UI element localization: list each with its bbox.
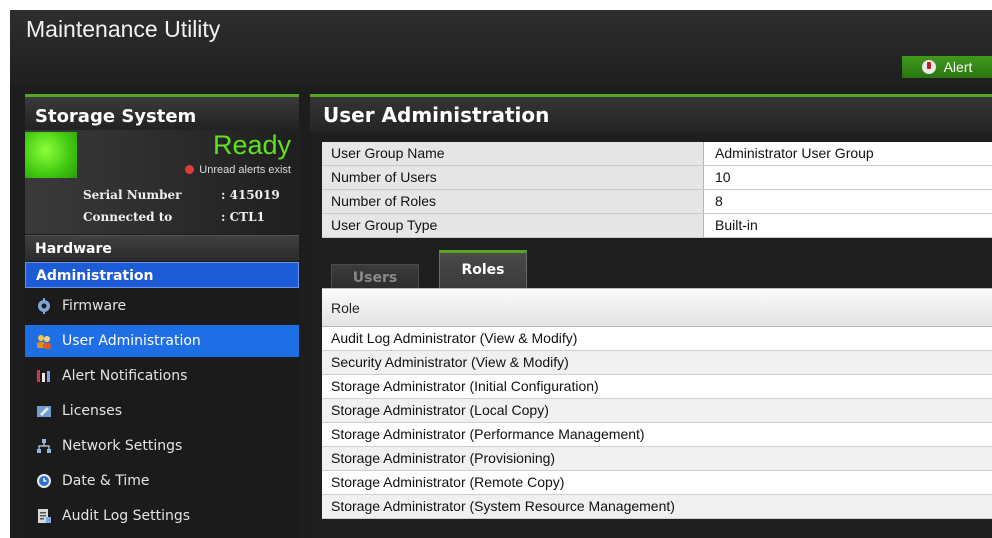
info-row: User Group Type Built-in	[322, 214, 992, 238]
info-row: User Group Name Administrator User Group	[322, 142, 992, 166]
tab-bar: Users Roles	[322, 248, 992, 288]
sidebar-item-label: Licenses	[62, 403, 123, 419]
info-key: Number of Users	[322, 166, 704, 189]
table-row[interactable]: Storage Administrator (Performance Manag…	[322, 423, 992, 447]
sidebar-item-firmware[interactable]: Firmware	[25, 290, 299, 322]
administration-label: Administration	[36, 268, 154, 284]
audit-log-icon	[38, 509, 51, 523]
sidebar-item-user-administration[interactable]: User Administration	[25, 325, 299, 357]
user-group-info-table: User Group Name Administrator User Group…	[322, 142, 992, 238]
info-key: User Group Name	[322, 142, 704, 165]
connected-to-label: Connected to	[83, 210, 173, 224]
table-row[interactable]: Storage Administrator (Local Copy)	[322, 399, 992, 423]
info-value: 8	[704, 190, 992, 213]
info-key: User Group Type	[322, 214, 704, 237]
sidebar-header: Storage System	[25, 94, 299, 130]
alert-notifications-icon	[37, 370, 50, 382]
sidebar-section-hardware[interactable]: Hardware	[25, 235, 299, 261]
sidebar-item-label: Firmware	[62, 298, 127, 314]
unread-alerts-note: Unread alerts exist	[185, 164, 291, 176]
alert-dot-icon	[185, 165, 195, 174]
serial-number-label: Serial Number	[83, 188, 182, 202]
sidebar-item-audit-log-settings[interactable]: Audit Log Settings	[25, 500, 299, 532]
table-row[interactable]: Storage Administrator (Initial Configura…	[322, 375, 992, 399]
unread-alerts-text: Unread alerts exist	[199, 164, 291, 176]
hardware-label: Hardware	[35, 241, 112, 257]
license-icon	[37, 406, 51, 417]
sidebar: Storage System Ready Unread alerts exist…	[25, 94, 299, 538]
sidebar-item-label: User Administration	[62, 333, 201, 349]
table-row[interactable]: Security Administrator (View & Modify)	[322, 351, 992, 375]
sidebar-item-label: Network Settings	[62, 438, 183, 454]
network-icon	[37, 439, 51, 453]
info-value: Built-in	[704, 214, 992, 237]
info-value: Administrator User Group	[704, 142, 992, 165]
info-row: Number of Users 10	[322, 166, 992, 190]
status-indicator-icon	[25, 132, 77, 178]
sidebar-title: Storage System	[35, 106, 197, 127]
sidebar-item-network-settings[interactable]: Network Settings	[25, 430, 299, 462]
column-header-role[interactable]: Role	[322, 288, 992, 327]
sidebar-item-alert-notifications[interactable]: Alert Notifications	[25, 360, 299, 392]
sidebar-item-label: Alert Notifications	[62, 368, 188, 384]
app-title: Maintenance Utility	[26, 16, 221, 42]
sidebar-item-licenses[interactable]: Licenses	[25, 395, 299, 427]
firmware-icon	[38, 298, 50, 314]
tab-roles[interactable]: Roles	[439, 250, 527, 288]
connected-to-value: : CTL1	[221, 210, 265, 224]
table-row[interactable]: Storage Administrator (System Resource M…	[322, 495, 992, 519]
page-title: User Administration	[323, 103, 550, 127]
tab-users[interactable]: Users	[331, 264, 419, 288]
alert-button[interactable]: Alert	[902, 56, 992, 78]
serial-number-value: : 415019	[221, 188, 280, 202]
system-status-panel: Ready Unread alerts exist Serial Number …	[25, 130, 299, 234]
roles-table: Role Audit Log Administrator (View & Mod…	[322, 288, 992, 519]
sidebar-item-label: Audit Log Settings	[62, 508, 191, 524]
alert-label: Alert	[943, 59, 973, 75]
app-window: Maintenance Utility Alert Storage System…	[10, 10, 992, 538]
alert-icon	[921, 60, 936, 74]
clock-icon	[37, 474, 51, 488]
table-row[interactable]: Audit Log Administrator (View & Modify)	[322, 327, 992, 351]
info-value: 10	[704, 166, 992, 189]
sidebar-item-label: Date & Time	[62, 473, 150, 489]
status-text: Ready	[212, 130, 291, 160]
main-header: User Administration	[310, 94, 992, 132]
info-key: Number of Roles	[322, 190, 704, 213]
table-row[interactable]: Storage Administrator (Remote Copy)	[322, 471, 992, 495]
sidebar-section-administration[interactable]: Administration	[25, 262, 299, 288]
table-row[interactable]: Storage Administrator (Provisioning)	[322, 447, 992, 471]
sidebar-item-date-time[interactable]: Date & Time	[25, 465, 299, 497]
info-row: Number of Roles 8	[322, 190, 992, 214]
top-bar: Maintenance Utility Alert	[10, 10, 992, 84]
main-panel: User Administration User Group Name Admi…	[310, 94, 992, 538]
users-icon	[37, 335, 51, 349]
